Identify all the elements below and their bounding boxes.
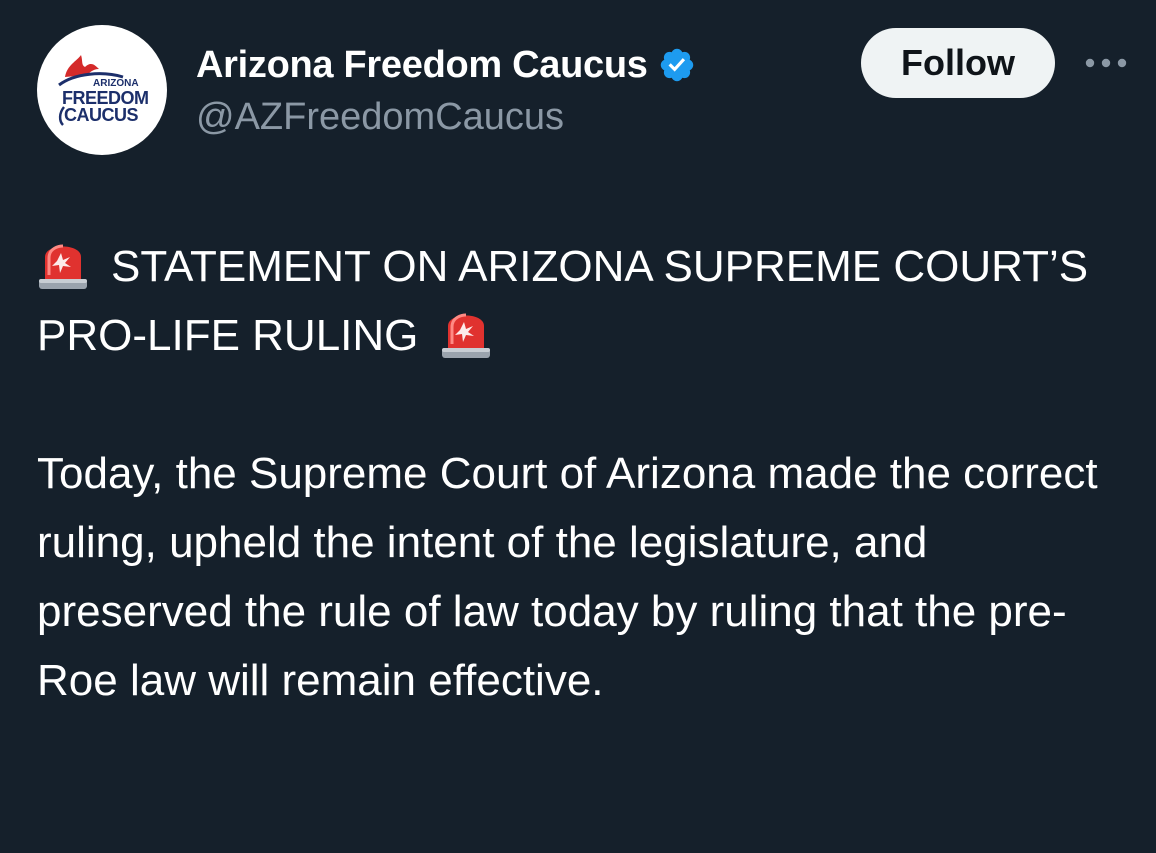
display-name[interactable]: Arizona Freedom Caucus (196, 44, 648, 87)
tweet-text: STATEMENT ON ARIZONA SUPREME COURT’S PRO… (37, 232, 1127, 715)
follow-button[interactable]: Follow (861, 28, 1055, 98)
tweet-card: ARIZONA FREEDOM CAUCUS Arizona Freedom C… (0, 0, 1156, 853)
more-dots-icon (1085, 58, 1127, 68)
avatar[interactable]: ARIZONA FREEDOM CAUCUS (37, 25, 167, 155)
author-name-row: Arizona Freedom Caucus (196, 42, 696, 88)
tweet-headline: STATEMENT ON ARIZONA SUPREME COURT’S PRO… (37, 232, 1127, 370)
tweet-body: Today, the Supreme Court of Arizona made… (37, 449, 1098, 705)
headline-text: STATEMENT ON ARIZONA SUPREME COURT’S PRO… (37, 242, 1089, 360)
arizona-freedom-caucus-logo: ARIZONA FREEDOM CAUCUS (58, 55, 149, 126)
more-options-button[interactable] (1080, 48, 1132, 78)
siren-icon (37, 235, 89, 291)
logo-word-3: CAUCUS (64, 105, 138, 125)
author-handle[interactable]: @AZFreedomCaucus (196, 96, 564, 139)
siren-icon (440, 304, 492, 360)
verified-badge-icon[interactable] (658, 46, 696, 84)
